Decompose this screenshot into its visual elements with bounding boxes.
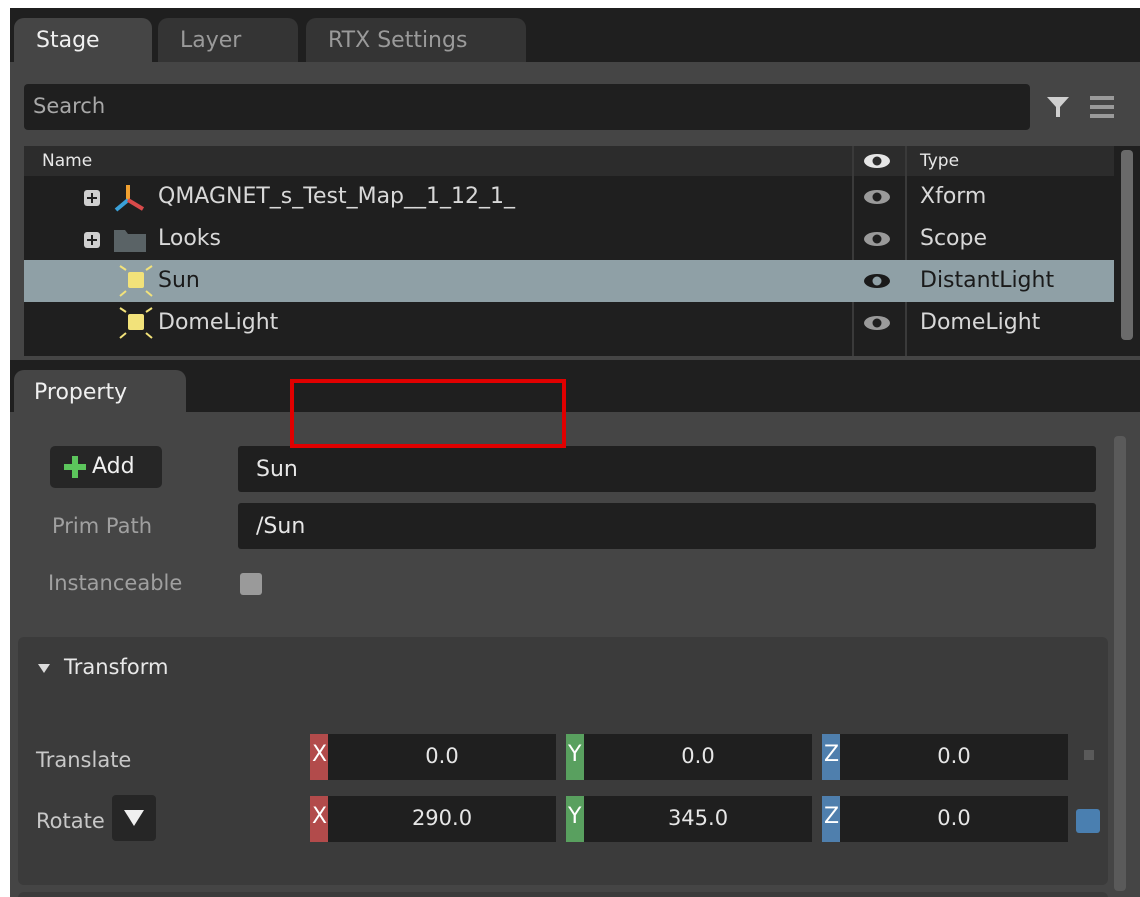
tab-layer[interactable]: Layer — [158, 18, 298, 62]
tab-stage[interactable]: Stage — [14, 18, 152, 62]
tree-row-label: Looks — [158, 226, 221, 251]
axis-z-badge: Z — [822, 734, 840, 780]
plus-icon — [64, 456, 86, 478]
rotate-reset-button[interactable] — [1076, 809, 1100, 833]
transform-header-label: Transform — [64, 655, 169, 679]
instanceable-checkbox[interactable] — [240, 573, 262, 595]
stage-panel: Search Name Type QMAGNET_s_Test_Map__1_1… — [10, 62, 1140, 360]
axis-x-badge: X — [310, 734, 328, 780]
translate-x-value: 0.0 — [425, 744, 459, 768]
tree-row-label: Sun — [158, 268, 200, 293]
folder-icon — [114, 230, 146, 252]
translate-y-field[interactable]: Y 0.0 — [566, 734, 812, 780]
tree-row-type: DomeLight — [920, 310, 1041, 335]
add-button[interactable]: Add — [50, 446, 162, 488]
prim-name-field[interactable]: Sun — [238, 446, 1096, 492]
axis-y-badge: Y — [566, 796, 584, 842]
transform-section: Transform Translate X 0.0 Y 0.0 Z 0.0 Ro… — [18, 637, 1108, 885]
add-button-label: Add — [92, 454, 135, 479]
tree-scrollbar[interactable] — [1121, 150, 1133, 340]
axis-x-badge: X — [310, 796, 328, 842]
rotate-y-field[interactable]: Y 345.0 — [566, 796, 812, 842]
tree-row-qmagnet[interactable]: QMAGNET_s_Test_Map__1_12_1_ Xform — [24, 176, 1114, 218]
instanceable-label: Instanceable — [48, 571, 183, 595]
search-input[interactable]: Search — [24, 84, 1030, 130]
xform-axes-icon — [114, 185, 145, 212]
tree-header: Name Type — [24, 146, 1114, 176]
rotate-x-field[interactable]: X 290.0 — [310, 796, 556, 842]
hamburger-menu-icon[interactable] — [1088, 94, 1116, 120]
light-icon — [119, 265, 153, 297]
rotate-x-value: 290.0 — [411, 806, 473, 830]
tree-row-domelight[interactable]: DomeLight DomeLight — [24, 302, 1114, 344]
filter-icon[interactable] — [1046, 95, 1070, 119]
stage-tree: Name Type QMAGNET_s_Test_Map__1_12_1_ Xf… — [24, 146, 1140, 356]
collapse-triangle-icon — [38, 663, 50, 673]
column-header-name[interactable]: Name — [42, 151, 92, 171]
eye-icon[interactable] — [862, 314, 892, 332]
axis-y-badge: Y — [566, 734, 584, 780]
prim-path-label: Prim Path — [52, 514, 153, 538]
property-tab-bar: Property — [10, 360, 1140, 412]
tree-row-type: Scope — [920, 226, 988, 251]
expand-plus-icon[interactable] — [84, 190, 100, 206]
tree-row-type: Xform — [920, 184, 987, 209]
tree-row-type: DistantLight — [920, 268, 1055, 293]
eye-icon[interactable] — [862, 152, 892, 170]
column-header-type[interactable]: Type — [920, 151, 959, 171]
tab-rtx-settings[interactable]: RTX Settings — [306, 18, 526, 62]
tree-row-looks[interactable]: Looks Scope — [24, 218, 1114, 260]
translate-label: Translate — [36, 748, 132, 772]
tab-property[interactable]: Property — [14, 370, 186, 412]
property-scrollbar[interactable] — [1114, 436, 1126, 891]
rotate-label: Rotate — [36, 809, 105, 833]
translate-x-field[interactable]: X 0.0 — [310, 734, 556, 780]
axis-z-badge: Z — [822, 796, 840, 842]
rotate-z-value: 0.0 — [937, 806, 971, 830]
translate-z-value: 0.0 — [937, 744, 971, 768]
rotate-z-field[interactable]: Z 0.0 — [822, 796, 1068, 842]
panel-tab-bar: Stage Layer RTX Settings — [10, 8, 1140, 62]
expand-plus-icon[interactable] — [84, 232, 100, 248]
eye-icon[interactable] — [862, 272, 892, 290]
translate-reset-indicator[interactable] — [1084, 750, 1094, 760]
annotation-highlight-box — [290, 379, 566, 448]
light-icon — [119, 307, 153, 339]
translate-y-value: 0.0 — [681, 744, 715, 768]
omniverse-panel: Stage Layer RTX Settings Search Name Typ… — [10, 8, 1140, 897]
next-section-header — [18, 892, 1108, 897]
tree-row-sun[interactable]: Sun DistantLight — [24, 260, 1114, 302]
eye-icon[interactable] — [862, 188, 892, 206]
rotate-y-value: 345.0 — [667, 806, 729, 830]
tree-row-label: DomeLight — [158, 310, 279, 335]
eye-icon[interactable] — [862, 230, 892, 248]
prim-path-field[interactable]: /Sun — [238, 503, 1096, 549]
translate-z-field[interactable]: Z 0.0 — [822, 734, 1068, 780]
rotate-order-dropdown[interactable] — [112, 795, 156, 841]
property-panel: Add Sun Prim Path /Sun Instanceable Tran… — [10, 412, 1140, 897]
transform-header[interactable]: Transform — [38, 655, 168, 679]
tree-row-label: QMAGNET_s_Test_Map__1_12_1_ — [158, 184, 516, 209]
